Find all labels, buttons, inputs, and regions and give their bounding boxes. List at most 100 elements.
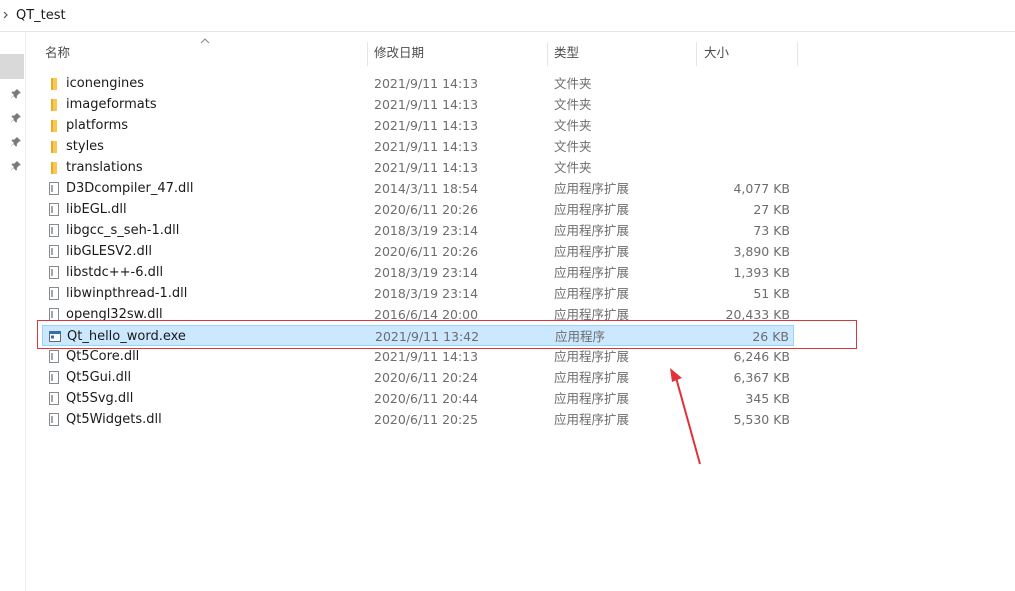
- file-type: 应用程序扩展: [554, 244, 630, 259]
- file-name[interactable]: Qt5Core.dll: [66, 346, 139, 367]
- file-row[interactable]: libwinpthread-1.dll 2018/3/19 23:14 应用程序…: [42, 283, 794, 304]
- file-date: 2020/6/11 20:44: [374, 391, 479, 406]
- file-size: 27 KB: [753, 202, 790, 217]
- file-size: 6,367 KB: [733, 370, 790, 385]
- file-row[interactable]: Qt5Svg.dll 2020/6/11 20:44 应用程序扩展 345 KB: [42, 388, 794, 409]
- file-date: 2021/9/11 13:42: [375, 329, 480, 344]
- file-row[interactable]: libstdc++-6.dll 2018/3/19 23:14 应用程序扩展 1…: [42, 262, 794, 283]
- dll-file-icon: [49, 308, 59, 321]
- column-header-type[interactable]: 类型: [554, 40, 579, 66]
- file-type: 文件夹: [554, 118, 592, 133]
- pin-icon[interactable]: [10, 160, 22, 172]
- file-type: 应用程序扩展: [554, 286, 630, 301]
- file-name[interactable]: libgcc_s_seh-1.dll: [66, 220, 179, 241]
- file-name[interactable]: opengl32sw.dll: [66, 304, 163, 325]
- dll-file-icon: [49, 350, 59, 363]
- file-size: 1,393 KB: [733, 265, 790, 280]
- file-name[interactable]: platforms: [66, 115, 128, 136]
- file-row[interactable]: Qt5Core.dll 2021/9/11 14:13 应用程序扩展 6,246…: [42, 346, 794, 367]
- file-row[interactable]: styles 2021/9/11 14:13 文件夹: [42, 136, 794, 157]
- file-date: 2020/6/11 20:24: [374, 370, 479, 385]
- column-header-name[interactable]: 名称: [45, 40, 70, 66]
- file-row[interactable]: translations 2021/9/11 14:13 文件夹: [42, 157, 794, 178]
- file-row[interactable]: D3Dcompiler_47.dll 2014/3/11 18:54 应用程序扩…: [42, 178, 794, 199]
- file-size: 26 KB: [752, 329, 789, 344]
- column-divider[interactable]: [797, 42, 798, 66]
- file-size: 73 KB: [753, 223, 790, 238]
- folder-icon: [51, 162, 57, 174]
- file-type: 应用程序扩展: [554, 223, 630, 238]
- file-date: 2020/6/11 20:26: [374, 202, 479, 217]
- file-name[interactable]: Qt5Widgets.dll: [66, 409, 162, 430]
- file-date: 2021/9/11 14:13: [374, 76, 479, 91]
- file-row[interactable]: imageformats 2021/9/11 14:13 文件夹: [42, 94, 794, 115]
- column-header-bar: 名称 修改日期 类型 大小: [26, 38, 1015, 66]
- file-date: 2021/9/11 14:13: [374, 349, 479, 364]
- file-date: 2018/3/19 23:14: [374, 265, 479, 280]
- file-date: 2018/3/19 23:14: [374, 286, 479, 301]
- dll-file-icon: [49, 245, 59, 258]
- file-row[interactable]: Qt5Gui.dll 2020/6/11 20:24 应用程序扩展 6,367 …: [42, 367, 794, 388]
- file-size: 6,246 KB: [733, 349, 790, 364]
- pin-icon[interactable]: [10, 88, 22, 100]
- file-name[interactable]: libstdc++-6.dll: [66, 262, 163, 283]
- dll-file-icon: [49, 266, 59, 279]
- column-divider[interactable]: [696, 42, 697, 66]
- file-type: 应用程序扩展: [554, 412, 630, 427]
- folder-icon: [51, 99, 57, 111]
- file-type: 应用程序扩展: [554, 349, 630, 364]
- file-date: 2020/6/11 20:25: [374, 412, 479, 427]
- nav-selected-item[interactable]: [0, 54, 24, 79]
- file-row[interactable]: iconengines 2021/9/11 14:13 文件夹: [42, 73, 794, 94]
- file-date: 2014/3/11 18:54: [374, 181, 479, 196]
- file-name[interactable]: libEGL.dll: [66, 199, 127, 220]
- chevron-right-icon[interactable]: [1, 7, 11, 23]
- file-name[interactable]: libGLESV2.dll: [66, 241, 152, 262]
- file-type: 应用程序扩展: [554, 181, 630, 196]
- file-row[interactable]: libgcc_s_seh-1.dll 2018/3/19 23:14 应用程序扩…: [42, 220, 794, 241]
- file-row[interactable]: platforms 2021/9/11 14:13 文件夹: [42, 115, 794, 136]
- pin-icon[interactable]: [10, 112, 22, 124]
- dll-file-icon: [49, 203, 59, 216]
- file-name[interactable]: libwinpthread-1.dll: [66, 283, 187, 304]
- column-divider[interactable]: [367, 42, 368, 66]
- file-name[interactable]: Qt5Gui.dll: [66, 367, 131, 388]
- file-name[interactable]: styles: [66, 136, 104, 157]
- file-type: 应用程序扩展: [554, 307, 630, 322]
- file-type: 文件夹: [554, 76, 592, 91]
- file-size: 345 KB: [745, 391, 790, 406]
- file-size: 3,890 KB: [733, 244, 790, 259]
- navigation-pane: [0, 32, 26, 591]
- file-name[interactable]: imageformats: [66, 94, 157, 115]
- file-name[interactable]: Qt5Svg.dll: [66, 388, 133, 409]
- dll-file-icon: [49, 392, 59, 405]
- file-size: 4,077 KB: [733, 181, 790, 196]
- file-name[interactable]: D3Dcompiler_47.dll: [66, 178, 194, 199]
- column-divider[interactable]: [547, 42, 548, 66]
- file-row[interactable]: libEGL.dll 2020/6/11 20:26 应用程序扩展 27 KB: [42, 199, 794, 220]
- file-row[interactable]: libGLESV2.dll 2020/6/11 20:26 应用程序扩展 3,8…: [42, 241, 794, 262]
- file-date: 2021/9/11 14:13: [374, 97, 479, 112]
- pin-icon[interactable]: [10, 136, 22, 148]
- file-type: 应用程序扩展: [554, 391, 630, 406]
- file-date: 2016/6/14 20:00: [374, 307, 479, 322]
- file-row[interactable]: Qt5Widgets.dll 2020/6/11 20:25 应用程序扩展 5,…: [42, 409, 794, 430]
- file-name[interactable]: iconengines: [66, 73, 144, 94]
- file-type: 文件夹: [554, 160, 592, 175]
- file-name[interactable]: Qt_hello_word.exe: [67, 326, 186, 347]
- file-row[interactable]: opengl32sw.dll 2016/6/14 20:00 应用程序扩展 20…: [42, 304, 794, 325]
- column-header-date[interactable]: 修改日期: [374, 40, 424, 66]
- current-folder-title[interactable]: QT_test: [16, 8, 66, 24]
- folder-icon: [51, 120, 57, 132]
- dll-file-icon: [49, 287, 59, 300]
- file-size: 5,530 KB: [733, 412, 790, 427]
- address-bar[interactable]: QT_test: [0, 0, 1015, 32]
- file-name[interactable]: translations: [66, 157, 143, 178]
- file-size: 20,433 KB: [725, 307, 790, 322]
- file-date: 2018/3/19 23:14: [374, 223, 479, 238]
- column-header-size[interactable]: 大小: [704, 40, 729, 66]
- file-date: 2021/9/11 14:13: [374, 160, 479, 175]
- file-row-selected[interactable]: Qt_hello_word.exe 2021/9/11 13:42 应用程序 2…: [42, 325, 794, 346]
- file-size: 51 KB: [753, 286, 790, 301]
- dll-file-icon: [49, 413, 59, 426]
